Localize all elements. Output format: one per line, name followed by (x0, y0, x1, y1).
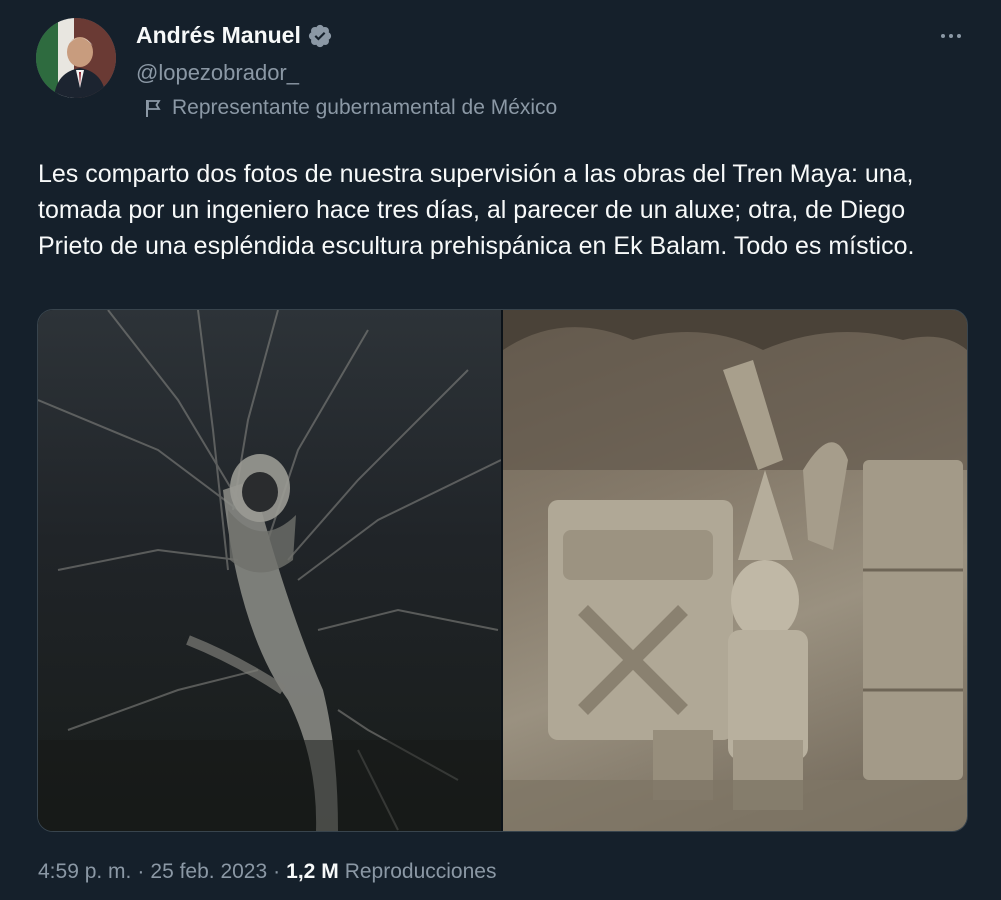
views-count: 1,2 M (286, 860, 339, 883)
tweet-date[interactable]: 25 feb. 2023 (150, 860, 267, 884)
flag-icon (146, 100, 161, 117)
photo-aluxe-image (38, 310, 501, 831)
meta-separator: · (273, 860, 281, 883)
avatar[interactable] (36, 18, 116, 98)
government-label-text: Representante gubernamental de México (172, 96, 558, 119)
more-options-icon[interactable] (931, 24, 971, 48)
tweet-text: Les comparto dos fotos de nuestra superv… (38, 160, 915, 260)
tweet-meta: 4:59 p. m. · 25 feb. 2023 · 1,2 M Reprod… (38, 860, 496, 884)
verified-badge-icon[interactable] (307, 23, 333, 49)
government-label: Representante gubernamental de México (144, 96, 557, 120)
photo-sculpture-image (503, 310, 967, 831)
tweet-time[interactable]: 4:59 p. m. (38, 860, 131, 884)
avatar-image (36, 18, 116, 98)
media-grid (37, 309, 968, 832)
author-name[interactable]: Andrés Manuel (136, 22, 301, 49)
tweet-card: Andrés Manuel @lopezobrador_ Representan… (0, 0, 1001, 900)
photo-aluxe[interactable] (38, 310, 501, 831)
views-label: Reproducciones (344, 860, 497, 883)
author-name-row[interactable]: Andrés Manuel (136, 22, 333, 49)
meta-separator: · (137, 860, 145, 883)
photo-sculpture[interactable] (503, 310, 967, 831)
author-handle[interactable]: @lopezobrador_ (136, 60, 299, 86)
